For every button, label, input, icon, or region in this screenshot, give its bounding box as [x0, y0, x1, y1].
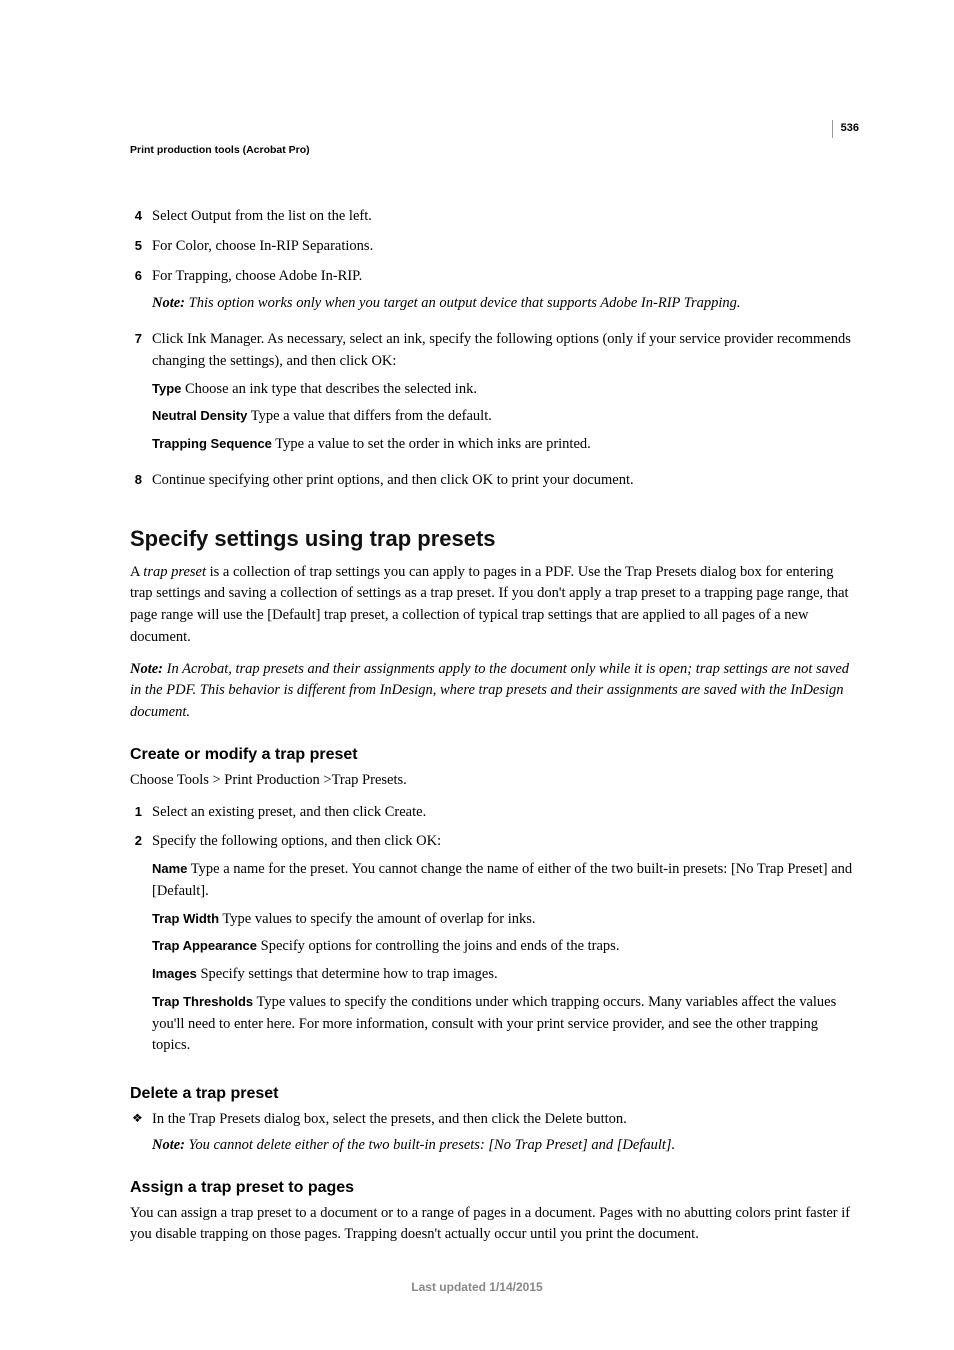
option-label: Name	[152, 861, 187, 876]
step-note: Note: This option works only when you ta…	[152, 293, 854, 315]
step-text: Click Ink Manager. As necessary, select …	[152, 329, 854, 373]
step-body: For Trapping, choose Adobe In-RIP. Note:…	[152, 266, 854, 322]
option-label: Neutral Density	[152, 408, 247, 423]
option-trapping-sequence: Trapping Sequence Type a value to set th…	[152, 434, 854, 456]
page-header: Print production tools (Acrobat Pro)	[130, 144, 854, 156]
option-label: Trapping Sequence	[152, 436, 272, 451]
heading-delete: Delete a trap preset	[130, 1085, 854, 1103]
page-content: Print production tools (Acrobat Pro) 4 S…	[0, 0, 954, 1316]
steps-list-create: 1 Select an existing preset, and then cl…	[130, 802, 854, 1064]
option-label: Type	[152, 381, 181, 396]
step-8: 8 Continue specifying other print option…	[130, 470, 854, 492]
step-2: 2 Specify the following options, and the…	[130, 831, 854, 1063]
steps-list-top: 4 Select Output from the list on the lef…	[130, 206, 854, 492]
note-paragraph: Note: In Acrobat, trap presets and their…	[130, 659, 854, 724]
step-5: 5 For Color, choose In-RIP Separations.	[130, 236, 854, 258]
step-1: 1 Select an existing preset, and then cl…	[130, 802, 854, 824]
option-trap-thresholds: Trap Thresholds Type values to specify t…	[152, 992, 854, 1057]
heading-specify-settings: Specify settings using trap presets	[130, 526, 854, 552]
bullet-note: Note: You cannot delete either of the tw…	[152, 1135, 854, 1157]
note-text: In Acrobat, trap presets and their assig…	[130, 661, 849, 721]
option-text: Type a value that differs from the defau…	[251, 408, 492, 424]
heading-assign: Assign a trap preset to pages	[130, 1179, 854, 1197]
option-neutral-density: Neutral Density Type a value that differ…	[152, 406, 854, 428]
text-pre: A	[130, 564, 143, 580]
option-images: Images Specify settings that determine h…	[152, 964, 854, 986]
option-trap-width: Trap Width Type values to specify the am…	[152, 909, 854, 931]
paragraph: You can assign a trap preset to a docume…	[130, 1203, 854, 1247]
step-text: For Color, choose In-RIP Separations.	[152, 236, 854, 258]
note-label: Note:	[152, 295, 185, 311]
note-label: Note:	[152, 1137, 185, 1153]
option-label: Trap Thresholds	[152, 994, 253, 1009]
step-number: 6	[130, 266, 152, 322]
step-body: Specify the following options, and then …	[152, 831, 854, 1063]
step-number: 1	[130, 802, 152, 824]
step-text: Select an existing preset, and then clic…	[152, 802, 854, 824]
option-label: Trap Width	[152, 911, 219, 926]
option-name: Name Type a name for the preset. You can…	[152, 859, 854, 903]
step-text: For Trapping, choose Adobe In-RIP.	[152, 266, 854, 288]
step-body: Click Ink Manager. As necessary, select …	[152, 329, 854, 462]
paragraph: A trap preset is a collection of trap se…	[130, 562, 854, 649]
bullet-icon: ❖	[130, 1109, 152, 1157]
step-number: 5	[130, 236, 152, 258]
option-text: Type values to specify the conditions un…	[152, 994, 836, 1054]
step-number: 2	[130, 831, 152, 1063]
step-6: 6 For Trapping, choose Adobe In-RIP. Not…	[130, 266, 854, 322]
text-post: is a collection of trap settings you can…	[130, 564, 849, 645]
bullet-text: In the Trap Presets dialog box, select t…	[152, 1109, 854, 1131]
step-number: 4	[130, 206, 152, 228]
step-text: Continue specifying other print options,…	[152, 470, 854, 492]
step-4: 4 Select Output from the list on the lef…	[130, 206, 854, 228]
bullet-body: In the Trap Presets dialog box, select t…	[152, 1109, 854, 1157]
option-text: Type a name for the preset. You cannot c…	[152, 861, 852, 899]
step-text: Specify the following options, and then …	[152, 831, 854, 853]
option-text: Specify options for controlling the join…	[261, 938, 620, 954]
paragraph: Choose Tools > Print Production >Trap Pr…	[130, 770, 854, 792]
option-trap-appearance: Trap Appearance Specify options for cont…	[152, 936, 854, 958]
note-text: This option works only when you target a…	[189, 295, 741, 311]
option-text: Type a value to set the order in which i…	[275, 436, 590, 452]
note-label: Note:	[130, 661, 163, 677]
page-number: 536	[832, 120, 859, 138]
option-type: Type Choose an ink type that describes t…	[152, 379, 854, 401]
option-text: Type values to specify the amount of ove…	[222, 911, 535, 927]
step-number: 8	[130, 470, 152, 492]
option-label: Images	[152, 966, 197, 981]
step-number: 7	[130, 329, 152, 462]
heading-create-modify: Create or modify a trap preset	[130, 746, 854, 764]
note-text: You cannot delete either of the two buil…	[189, 1137, 676, 1153]
footer-last-updated: Last updated 1/14/2015	[0, 1280, 954, 1294]
step-text: Select Output from the list on the left.	[152, 206, 854, 228]
step-7: 7 Click Ink Manager. As necessary, selec…	[130, 329, 854, 462]
option-label: Trap Appearance	[152, 938, 257, 953]
term-trap-preset: trap preset	[143, 564, 206, 580]
option-text: Choose an ink type that describes the se…	[185, 381, 477, 397]
bullet-item: ❖ In the Trap Presets dialog box, select…	[130, 1109, 854, 1157]
option-text: Specify settings that determine how to t…	[200, 966, 497, 982]
